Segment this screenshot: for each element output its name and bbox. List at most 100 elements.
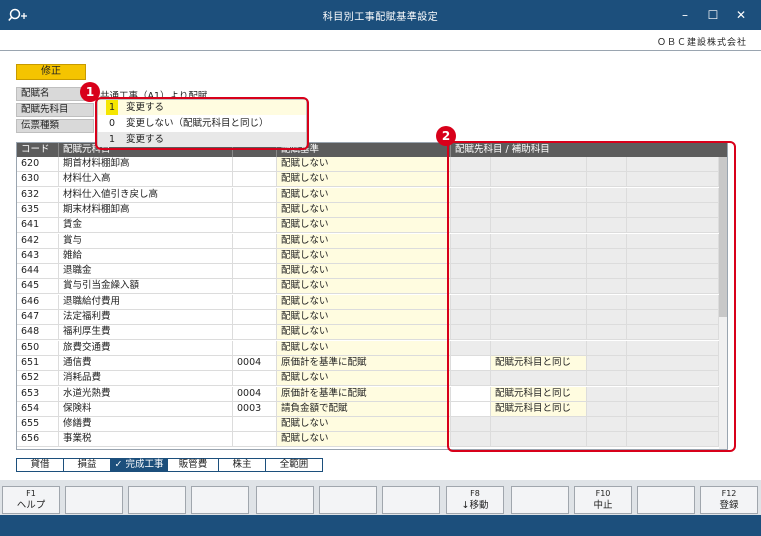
cell-sub <box>233 294 277 309</box>
function-key-9[interactable] <box>511 486 569 514</box>
cell-code: 651 <box>17 355 59 370</box>
cell-code: 656 <box>17 432 59 447</box>
target-account-label: 配賦先科目 <box>16 103 94 117</box>
cell-sub <box>233 218 277 233</box>
cell-basis[interactable]: 配賦しない <box>277 294 451 309</box>
cell-sub <box>233 187 277 202</box>
status-bar <box>0 515 761 536</box>
cell-name: 消耗品費 <box>59 371 233 386</box>
cell-name: 法定福利費 <box>59 310 233 324</box>
cell-code: 635 <box>17 202 59 217</box>
cell-code: 642 <box>17 233 59 248</box>
cell-name: 旅費交通費 <box>59 340 233 355</box>
cell-basis[interactable]: 配賦しない <box>277 340 451 355</box>
cell-name: 材料仕入高 <box>59 172 233 187</box>
cell-code: 652 <box>17 371 59 386</box>
cell-code: 647 <box>17 310 59 324</box>
cell-basis[interactable]: 配賦しない <box>277 325 451 340</box>
function-key-10[interactable]: F10 中止 <box>574 486 632 514</box>
cell-basis[interactable]: 原価計を基準に配賦 <box>277 386 451 401</box>
cell-basis[interactable]: 配賦しない <box>277 202 451 217</box>
edit-mode-button[interactable]: 修正 <box>16 64 86 80</box>
function-key-label: ヘルプ <box>16 500 46 511</box>
cell-code: 655 <box>17 417 59 432</box>
function-key-code: F1 <box>26 489 36 498</box>
cell-basis[interactable]: 配賦しない <box>277 432 451 447</box>
cell-name: 修繕費 <box>59 417 233 432</box>
cell-sub <box>233 279 277 294</box>
cell-code: 654 <box>17 401 59 416</box>
cell-name: 材料仕入値引き戻し高 <box>59 187 233 202</box>
cell-name: 退職金 <box>59 264 233 279</box>
cell-sub <box>233 310 277 324</box>
cell-basis[interactable]: 配賦しない <box>277 279 451 294</box>
cell-basis[interactable]: 配賦しない <box>277 310 451 324</box>
function-key-label: 中止 <box>593 500 613 511</box>
function-key-label: ↓移動 <box>461 500 489 511</box>
cell-code: 653 <box>17 386 59 401</box>
cell-code: 643 <box>17 248 59 263</box>
cell-code: 645 <box>17 279 59 294</box>
cell-basis[interactable]: 配賦しない <box>277 371 451 386</box>
function-key-2[interactable] <box>65 486 123 514</box>
function-key-11[interactable] <box>637 486 695 514</box>
cell-name: 雑給 <box>59 248 233 263</box>
cell-sub <box>233 172 277 187</box>
function-key-7[interactable] <box>382 486 440 514</box>
cell-name: 賞与 <box>59 233 233 248</box>
cell-sub <box>233 202 277 217</box>
function-key-code: F10 <box>595 489 611 498</box>
cell-sub <box>233 325 277 340</box>
minimize-button[interactable]: – <box>676 6 694 24</box>
tab-2[interactable]: ✓ 完成工事 <box>110 458 168 472</box>
cell-sub <box>233 248 277 263</box>
function-key-12[interactable]: F12 登録 <box>700 486 758 514</box>
cell-name: 賞与引当金繰入額 <box>59 279 233 294</box>
cell-sub: 0004 <box>233 355 277 370</box>
function-key-6[interactable] <box>319 486 377 514</box>
function-key-5[interactable] <box>256 486 314 514</box>
cell-code: 630 <box>17 172 59 187</box>
function-key-label: 登録 <box>719 500 739 511</box>
cell-basis[interactable]: 原価計を基準に配賦 <box>277 355 451 370</box>
cell-basis[interactable]: 配賦しない <box>277 157 451 171</box>
cell-name: 事業税 <box>59 432 233 447</box>
cell-sub <box>233 233 277 248</box>
function-key-4[interactable] <box>191 486 249 514</box>
cell-basis[interactable]: 配賦しない <box>277 248 451 263</box>
tab-0[interactable]: 貸借 <box>16 458 64 472</box>
cell-basis[interactable]: 配賦しない <box>277 218 451 233</box>
cell-basis[interactable]: 配賦しない <box>277 264 451 279</box>
function-key-1[interactable]: F1 ヘルプ <box>2 486 60 514</box>
function-key-8[interactable]: F8 ↓移動 <box>446 486 504 514</box>
cell-code: 650 <box>17 340 59 355</box>
cell-name: 水道光熱費 <box>59 386 233 401</box>
cell-sub <box>233 264 277 279</box>
window-title: 科目別工事配賦基準設定 <box>322 12 439 23</box>
cell-basis[interactable]: 配賦しない <box>277 417 451 432</box>
cell-code: 620 <box>17 157 59 171</box>
tab-3[interactable]: 販管費 <box>167 458 219 472</box>
cell-basis[interactable]: 配賦しない <box>277 172 451 187</box>
tab-5[interactable]: 全範囲 <box>265 458 323 472</box>
cell-sub <box>233 157 277 171</box>
voucher-type-label: 伝票種類 <box>16 119 94 133</box>
divider <box>0 50 761 51</box>
function-key-3[interactable] <box>128 486 186 514</box>
cell-code: 632 <box>17 187 59 202</box>
cell-sub <box>233 432 277 447</box>
function-key-code: F12 <box>721 489 737 498</box>
cell-basis[interactable]: 請負金額で配賦 <box>277 401 451 416</box>
callout-badge-1: 1 <box>80 82 100 102</box>
callout-box-1 <box>95 97 309 150</box>
cell-basis[interactable]: 配賦しない <box>277 187 451 202</box>
cell-name: 期末材料棚卸高 <box>59 202 233 217</box>
tab-1[interactable]: 損益 <box>63 458 111 472</box>
cell-basis[interactable]: 配賦しない <box>277 233 451 248</box>
cell-name: 通信費 <box>59 355 233 370</box>
tab-4[interactable]: 株主 <box>218 458 266 472</box>
close-button[interactable]: ✕ <box>732 6 750 24</box>
callout-badge-2: 2 <box>436 126 456 146</box>
cell-code: 646 <box>17 294 59 309</box>
maximize-button[interactable]: ☐ <box>704 6 722 24</box>
